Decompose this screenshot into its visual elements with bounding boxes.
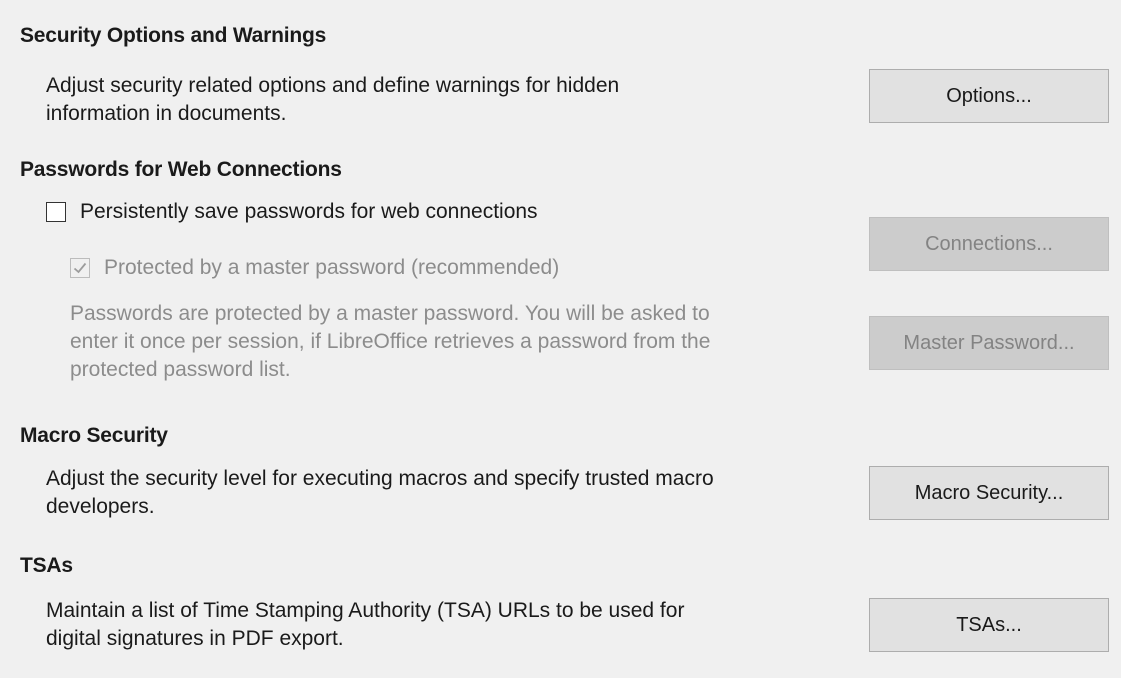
note-line: Passwords are protected by a master pass… bbox=[70, 302, 710, 325]
description-line: Adjust the security level for executing … bbox=[46, 467, 714, 490]
security-options-description: Adjust security related options and defi… bbox=[46, 72, 619, 128]
options-button[interactable]: Options... bbox=[869, 69, 1109, 123]
description-line: Adjust security related options and defi… bbox=[46, 74, 620, 97]
tsas-description: Maintain a list of Time Stamping Authori… bbox=[46, 597, 684, 653]
description-line: developers. bbox=[46, 495, 155, 518]
note-line: enter it once per session, if LibreOffic… bbox=[70, 330, 711, 353]
master-password-note: Passwords are protected by a master pass… bbox=[70, 300, 710, 384]
tsas-heading: TSAs bbox=[20, 554, 73, 577]
description-line: information in documents. bbox=[46, 102, 287, 125]
web-passwords-heading: Passwords for Web Connections bbox=[20, 158, 342, 181]
persist-passwords-label: Persistently save passwords for web conn… bbox=[80, 200, 538, 223]
master-password-checkbox-row[interactable]: Protected by a master password (recommen… bbox=[70, 256, 559, 280]
master-password-checkbox[interactable] bbox=[70, 258, 90, 278]
macro-security-description: Adjust the security level for executing … bbox=[46, 465, 714, 521]
checkmark-icon bbox=[73, 262, 87, 274]
persist-passwords-checkbox-row[interactable]: Persistently save passwords for web conn… bbox=[46, 200, 538, 224]
master-password-button[interactable]: Master Password... bbox=[869, 316, 1109, 370]
macro-security-button[interactable]: Macro Security... bbox=[869, 466, 1109, 520]
security-options-heading: Security Options and Warnings bbox=[20, 24, 327, 47]
tsas-button[interactable]: TSAs... bbox=[869, 598, 1109, 652]
description-line: digital signatures in PDF export. bbox=[46, 627, 344, 650]
note-line: protected password list. bbox=[70, 358, 291, 381]
persist-passwords-checkbox[interactable] bbox=[46, 202, 66, 222]
macro-security-heading: Macro Security bbox=[20, 424, 168, 447]
description-line: Maintain a list of Time Stamping Authori… bbox=[46, 599, 685, 622]
connections-button[interactable]: Connections... bbox=[869, 217, 1109, 271]
master-password-label: Protected by a master password (recommen… bbox=[104, 256, 560, 279]
